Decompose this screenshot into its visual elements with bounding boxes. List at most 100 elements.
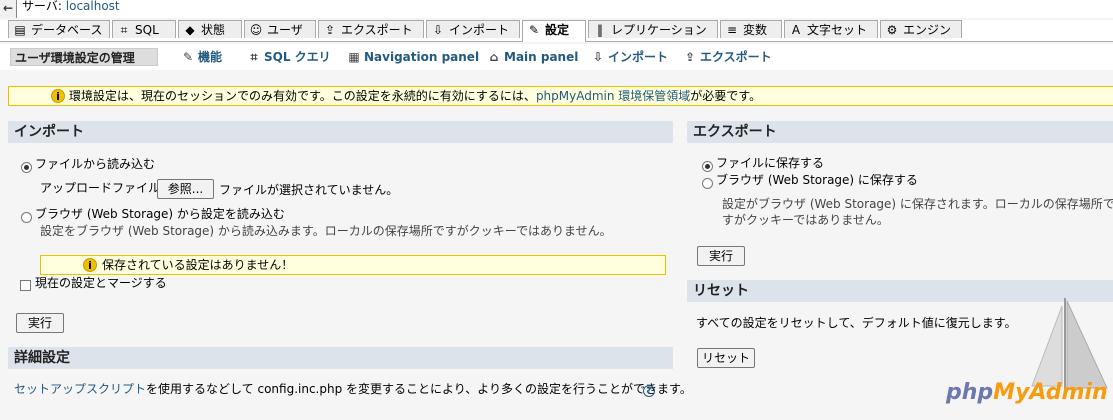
sql-query-icon: ⌗	[250, 50, 258, 64]
subnav-manage[interactable]: ユーザ環境設定の管理	[10, 48, 158, 66]
subnav-label: インポート	[608, 50, 669, 64]
tab-label: インポート	[449, 23, 510, 37]
engines-icon: ⚙	[886, 23, 898, 37]
reset-description: すべての設定をリセットして、デフォルト値に復元します。	[696, 316, 1017, 330]
users-icon: ☺	[249, 23, 263, 37]
navigation-panel-icon: ▦	[348, 50, 360, 64]
subnav-main-panel[interactable]: ⌂ Main panel	[484, 48, 580, 66]
settings-icon: ✎	[528, 23, 540, 37]
logo-admin: Admin	[1029, 380, 1108, 405]
subnav-label: 機能	[198, 50, 223, 64]
main-panel-icon: ⌂	[489, 50, 499, 64]
sql-icon: ⌗	[120, 23, 128, 37]
phpmyadmin-logo: phpMyAdmin	[946, 380, 1108, 405]
export-to-browser-radio[interactable]	[702, 178, 713, 189]
tab-label: 設定	[545, 23, 570, 37]
export-to-browser-label[interactable]: ブラウザ (Web Storage) に保存する	[716, 172, 918, 188]
import-from-browser-label[interactable]: ブラウザ (Web Storage) から設定を読み込む	[35, 206, 285, 222]
notice-text-after: が必要です。	[690, 89, 762, 103]
tab-users[interactable]: ☺ ユーザ	[244, 20, 316, 38]
tab-replication[interactable]: ‖ レプリケーション	[588, 20, 718, 38]
advanced-settings-body: を使用するなどして config.inc.php を変更することにより、より多く…	[146, 382, 692, 396]
notice-text-before: 環境設定は、現在のセッションでのみ有効です。この設定を永続的に有効にするには、	[69, 89, 536, 103]
export-description-line1: 設定がブラウザ (Web Storage) に保存されます。ローカルの保存場所で	[722, 197, 1113, 211]
session-notice: i 環境設定は、現在のセッションでのみ有効です。この設定を永続的に有効にするには…	[8, 86, 1113, 106]
replication-icon: ‖	[597, 23, 603, 37]
logo-php: php	[946, 380, 994, 405]
warning-icon: i	[83, 258, 97, 272]
reset-button[interactable]: リセット	[697, 348, 755, 368]
server-label-text: サーバ:	[22, 0, 62, 13]
server-breadcrumb: ← サーバ: localhost	[0, 0, 1113, 18]
browse-button[interactable]: 参照...	[157, 179, 214, 199]
export-panel-title: エクスポート	[687, 121, 1113, 143]
subnav-import[interactable]: ⇩ インポート	[588, 48, 672, 66]
tab-label: SQL	[135, 23, 159, 37]
import-icon: ⇩	[592, 50, 604, 64]
logo-my: My	[993, 380, 1030, 405]
export-to-file-label[interactable]: ファイルに保存する	[716, 155, 824, 171]
database-icon: ▤	[14, 23, 26, 37]
tab-settings[interactable]: ✎ 設定	[522, 20, 586, 42]
tab-label: ユーザ	[267, 23, 303, 37]
warning-icon: i	[51, 89, 65, 103]
export-go-button[interactable]: 実行	[697, 246, 745, 266]
import-panel-title: インポート	[8, 121, 673, 143]
tab-export[interactable]: ⇪ エクスポート	[318, 20, 424, 38]
tab-sql[interactable]: ⌗ SQL	[112, 20, 176, 38]
advanced-settings-title: 詳細設定	[8, 347, 673, 369]
no-saved-settings-text: 保存されている設定はありません！	[102, 258, 294, 272]
export-icon: ⇪	[324, 23, 336, 37]
back-arrow-icon[interactable]: ←	[0, 0, 17, 18]
settings-subnav: ユーザ環境設定の管理 ✎ 機能 ⌗ SQL クエリ ▦ Navigation pane…	[0, 44, 1113, 70]
no-file-selected-text: ファイルが選択されていません。	[219, 183, 399, 197]
tab-label: データベース	[31, 23, 103, 37]
import-from-file-radio[interactable]	[21, 162, 32, 173]
subnav-label: Main panel	[504, 50, 579, 64]
subnav-sql-query[interactable]: ⌗ SQL クエリ	[244, 48, 334, 66]
merge-settings-checkbox[interactable]	[20, 280, 31, 291]
merge-settings-label[interactable]: 現在の設定とマージする	[35, 275, 167, 291]
import-from-browser-radio[interactable]	[21, 212, 32, 223]
tab-import[interactable]: ⇩ インポート	[426, 20, 520, 38]
tab-label: 変数	[743, 23, 768, 37]
import-icon: ⇩	[432, 23, 444, 37]
variables-icon: ≡	[726, 23, 738, 37]
status-icon: ◆	[185, 23, 195, 37]
storage-link[interactable]: phpMyAdmin 環境保管領域	[536, 89, 690, 103]
setup-script-link[interactable]: セットアップスクリプト	[14, 382, 146, 396]
import-from-browser-description: 設定をブラウザ (Web Storage) から読み込みます。ローカルの保存場所…	[40, 224, 612, 238]
tab-status[interactable]: ◆ 状態	[178, 20, 242, 38]
server-label: サーバ: localhost	[22, 0, 120, 12]
subnav-features[interactable]: ✎ 機能	[178, 48, 234, 66]
tab-label: 文字セット	[807, 23, 868, 37]
tab-label: レプリケーション	[611, 23, 707, 37]
server-name-link[interactable]: localhost	[66, 0, 120, 13]
import-go-button[interactable]: 実行	[16, 313, 64, 333]
no-saved-settings-warning: i 保存されている設定はありません！	[40, 255, 666, 275]
tab-charsets[interactable]: A 文字セット	[784, 20, 878, 38]
features-icon: ✎	[182, 50, 194, 64]
tab-label: 状態	[201, 23, 226, 37]
tab-databases[interactable]: ▤ データベース	[8, 20, 110, 38]
export-to-file-radio[interactable]	[702, 161, 713, 172]
subnav-export[interactable]: ⇪ エクスポート	[680, 48, 780, 66]
subnav-label: Navigation panel	[364, 50, 480, 64]
subnav-label: ユーザ環境設定の管理	[15, 51, 135, 65]
upload-file-label: アップロードファイル:	[40, 181, 165, 195]
subnav-label: エクスポート	[700, 50, 772, 64]
tab-variables[interactable]: ≡ 変数	[720, 20, 782, 38]
export-description-line2: すがクッキーではありません。	[722, 213, 889, 227]
import-from-file-label[interactable]: ファイルから読み込む	[35, 156, 155, 172]
export-icon: ⇪	[684, 50, 696, 64]
charset-icon: A	[791, 23, 801, 37]
tab-label: エクスポート	[341, 23, 413, 37]
notice-text: 環境設定は、現在のセッションでのみ有効です。この設定を永続的に有効にするには、p…	[69, 87, 761, 105]
subnav-navigation-panel[interactable]: ▦ Navigation panel	[344, 48, 479, 66]
tab-engines[interactable]: ⚙ エンジン	[880, 20, 962, 38]
help-icon[interactable]: ?	[643, 385, 655, 397]
subnav-label: SQL クエリ	[264, 50, 331, 64]
advanced-settings-text: セットアップスクリプトを使用するなどして config.inc.php を変更す…	[14, 381, 692, 397]
tab-label: エンジン	[903, 23, 952, 37]
main-tabs: ▤ データベース ⌗ SQL ◆ 状態 ☺ ユーザ ⇪ エクスポート ⇩ インポート ✎ 設定…	[0, 20, 1113, 42]
